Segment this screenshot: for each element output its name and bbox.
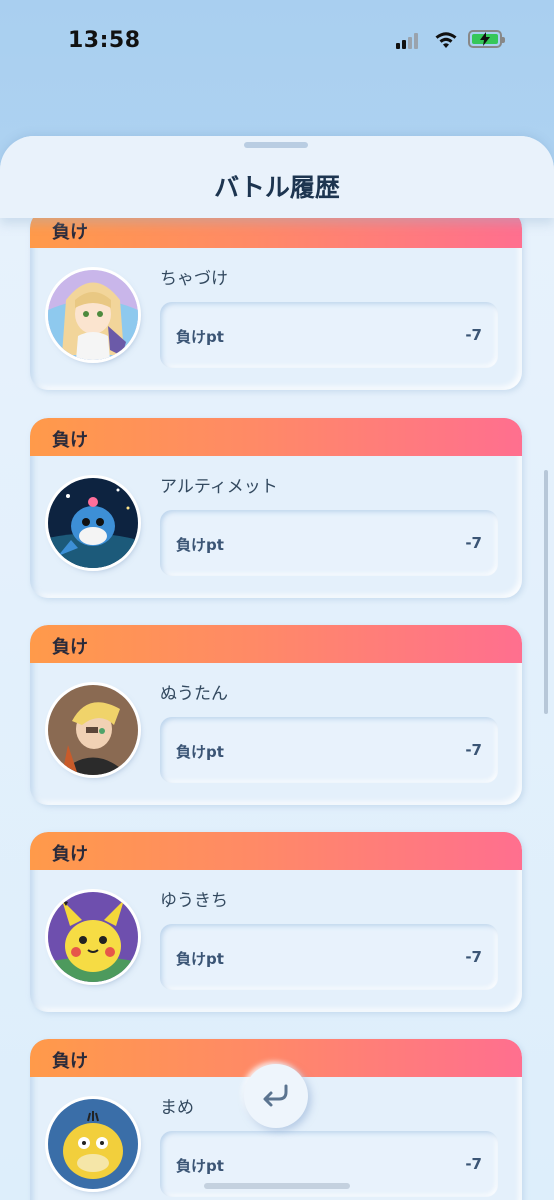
points-box: 負けpt -7	[160, 717, 498, 783]
sea-lion-pokemon-avatar	[48, 478, 138, 568]
points-label: 負けpt	[176, 536, 224, 554]
battle-card[interactable]: 負け ゆうきち 負けpt -7	[30, 832, 522, 1012]
battle-card[interactable]: 負け ぬうたん 負けpt -7	[30, 625, 522, 805]
result-label: 負け	[52, 222, 88, 243]
points-label: 負けpt	[176, 328, 224, 346]
status-time: 13:58	[68, 28, 141, 53]
wifi-icon	[435, 32, 457, 48]
points-value: -7	[465, 326, 482, 344]
points-box: 負けpt -7	[160, 302, 498, 368]
scrollbar[interactable]	[544, 470, 548, 714]
back-button[interactable]	[244, 1064, 308, 1128]
points-value: -7	[465, 741, 482, 759]
points-value: -7	[465, 534, 482, 552]
blond-boy-character-avatar	[48, 685, 138, 775]
result-header: 負け	[30, 218, 522, 248]
player-name: ちゃづけ	[160, 269, 228, 289]
result-header: 負け	[30, 832, 522, 870]
points-box: 負けpt -7	[160, 510, 498, 576]
result-label: 負け	[52, 844, 88, 865]
psyduck-avatar	[48, 1099, 138, 1189]
girl-character-avatar	[48, 270, 138, 360]
result-header: 負け	[30, 625, 522, 663]
sheet-header: バトル履歴	[0, 136, 554, 218]
player-name: ぬうたん	[160, 684, 228, 704]
battle-card[interactable]: 負け アルティメット 負けpt -7	[30, 418, 522, 598]
page-title: バトル履歴	[214, 173, 340, 202]
points-label: 負けpt	[176, 1157, 224, 1175]
points-label: 負けpt	[176, 743, 224, 761]
points-value: -7	[465, 1155, 482, 1173]
cellular-signal-icon	[396, 33, 422, 49]
result-label: 負け	[52, 1051, 88, 1072]
player-name: ゆうきち	[160, 891, 228, 911]
pikachu-avatar	[48, 892, 138, 982]
return-arrow-icon	[263, 1084, 288, 1107]
drag-handle[interactable]	[244, 142, 308, 148]
result-label: 負け	[52, 637, 88, 658]
battery-charging-icon	[468, 30, 505, 48]
result-label: 負け	[52, 430, 88, 451]
battle-card[interactable]: 負け ちゃづけ 負けpt -7	[30, 218, 522, 390]
result-header: 負け	[30, 418, 522, 456]
points-value: -7	[465, 948, 482, 966]
points-box: 負けpt -7	[160, 924, 498, 990]
points-label: 負けpt	[176, 950, 224, 968]
status-bar: 13:58	[0, 0, 554, 80]
home-indicator[interactable]	[204, 1183, 350, 1189]
battle-history-sheet: バトル履歴 負け ちゃづけ 負けpt -7 負け アルティメット 負けpt -7…	[0, 136, 554, 1200]
battle-list[interactable]: 負け ちゃづけ 負けpt -7 負け アルティメット 負けpt -7 負け ぬう…	[0, 218, 554, 1200]
player-name: まめ	[160, 1098, 194, 1118]
player-name: アルティメット	[160, 477, 278, 497]
